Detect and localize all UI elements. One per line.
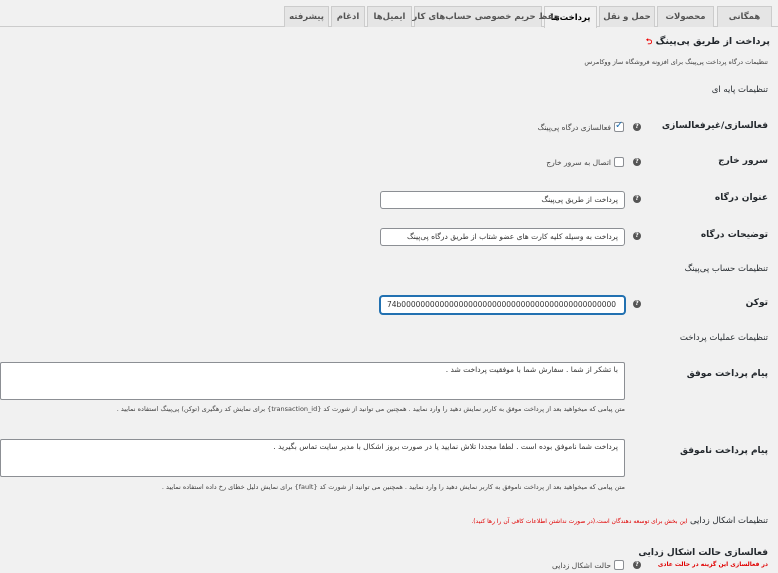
tab-label: پیشرفته bbox=[289, 12, 324, 22]
failed-message-help: متن پیامی که میخواهید بعد از پرداخت نامو… bbox=[161, 483, 625, 491]
tab-advanced[interactable]: پیشرفته bbox=[284, 6, 329, 27]
section-heading-basic: تنظیمات پایه ای bbox=[711, 85, 768, 95]
debug-enable-label: فعالسازی حالت اشکال زدایی bbox=[638, 548, 768, 558]
page-description: تنظیمات درگاه پرداخت پی‌پینگ برای افزونه… bbox=[584, 58, 768, 66]
failed-message-textarea[interactable]: پرداخت شما ناموفق بوده است . لطفا مجددا … bbox=[0, 439, 625, 477]
tab-products[interactable]: محصولات bbox=[657, 6, 714, 27]
section-heading-operations: تنظیمات عملیات پرداخت bbox=[679, 333, 768, 343]
enable-gateway-checkbox[interactable] bbox=[614, 120, 624, 132]
help-icon[interactable]: ? bbox=[633, 232, 641, 240]
gateway-description-input[interactable]: پرداخت به وسیله کلیه کارت های عضو شتاب ا… bbox=[380, 228, 625, 246]
gateway-title-input[interactable]: پرداخت از طریق پی‌پینگ bbox=[380, 191, 625, 209]
debug-heading-text: تنظیمات اشکال زدایی bbox=[689, 516, 768, 526]
section-heading-account: تنظیمات حساب پی‌پینگ bbox=[684, 264, 768, 274]
success-message-label: پیام پرداخت موفق bbox=[686, 369, 768, 379]
tab-label: ایمیل‌ها bbox=[373, 12, 406, 22]
enable-gateway-checkbox-label[interactable]: فعالسازی درگاه پی‌پینگ bbox=[538, 123, 611, 132]
tab-integration[interactable]: ادغام bbox=[331, 6, 365, 27]
tab-emails[interactable]: ایمیل‌ها bbox=[367, 6, 412, 27]
tab-label: حفظ حریم خصوصی حساب‌های کاربری bbox=[396, 12, 560, 22]
tab-shipping[interactable]: حمل و نقل bbox=[599, 6, 655, 27]
help-icon[interactable]: ? bbox=[633, 123, 641, 131]
page-title-text: پرداخت از طریق پی‌پینگ bbox=[655, 36, 770, 47]
tab-privacy[interactable]: حفظ حریم خصوصی حساب‌های کاربری bbox=[396, 6, 560, 27]
return-arrow-icon[interactable]: ⮌ bbox=[646, 37, 652, 46]
external-server-checkbox-label[interactable]: اتصال به سرور خارج bbox=[546, 158, 611, 167]
gateway-description-label: توضیحات درگاه bbox=[700, 230, 768, 240]
debug-mode-checkbox-label[interactable]: حالت اشکال زدایی bbox=[552, 561, 611, 570]
tab-label: محصولات bbox=[665, 12, 706, 22]
debug-mode-checkbox[interactable] bbox=[614, 560, 624, 570]
help-icon[interactable]: ? bbox=[633, 561, 641, 569]
gateway-title-label: عنوان درگاه bbox=[714, 193, 768, 203]
external-server-checkbox[interactable] bbox=[614, 157, 624, 167]
help-icon[interactable]: ? bbox=[633, 300, 641, 308]
success-message-textarea[interactable]: با تشکر از شما . سفارش شما با موفقیت پرد… bbox=[0, 362, 625, 400]
debug-warning-note: این بخش برای توسعه دهندگان است.(در صورت … bbox=[471, 518, 688, 525]
page-title: پرداخت از طریق پی‌پینگ ⮌ bbox=[646, 36, 770, 50]
help-icon[interactable]: ? bbox=[633, 195, 641, 203]
section-heading-debug: تنظیمات اشکال زدایی این بخش برای توسعه د… bbox=[471, 516, 768, 526]
tab-general[interactable]: همگانی bbox=[717, 6, 772, 27]
token-label: توکن bbox=[745, 298, 768, 308]
help-icon[interactable]: ? bbox=[633, 158, 641, 166]
settings-tabs: همگانی محصولات حمل و نقل پرداخت‌ها حفظ ح… bbox=[0, 0, 778, 28]
tab-label: همگانی bbox=[728, 12, 761, 22]
tab-label: ادغام bbox=[336, 12, 360, 22]
failed-message-label: پیام پرداخت ناموفق bbox=[680, 446, 768, 456]
success-message-help: متن پیامی که میخواهید بعد از پرداخت موفق… bbox=[116, 405, 625, 413]
debug-enable-sublabel: در فعالسازی این گزینه در حالت عادی bbox=[657, 561, 768, 568]
token-input[interactable]: 74b0000000000000000000000000000000000000… bbox=[380, 296, 625, 314]
tab-label: حمل و نقل bbox=[603, 12, 651, 22]
external-server-label: سرور خارج bbox=[718, 156, 768, 166]
enable-label: فعالسازی/غیرفعالسازی bbox=[661, 121, 768, 131]
